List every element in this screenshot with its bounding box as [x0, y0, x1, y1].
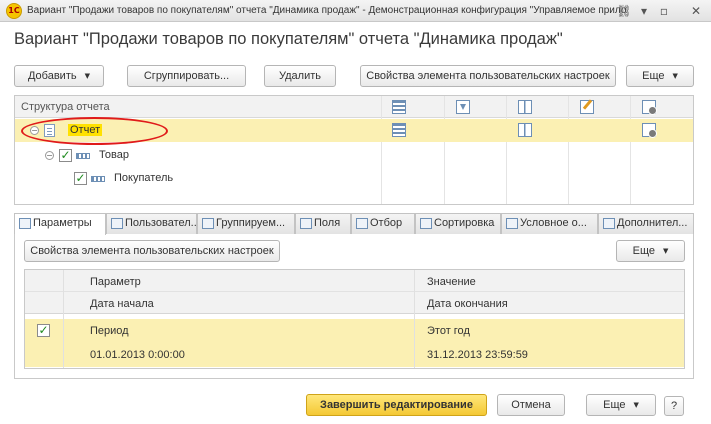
group-button[interactable]: Сгруппировать...: [127, 65, 246, 87]
selected-fields-icon: [392, 123, 406, 137]
column-header-end: Дата окончания: [427, 298, 508, 310]
footer-more-button[interactable]: Еще ▼: [586, 394, 656, 416]
sort-icon: [518, 123, 532, 137]
maximize-icon[interactable]: ▫: [656, 3, 672, 19]
param-end-date[interactable]: 31.12.2013 23:59:59: [427, 349, 528, 361]
tab-label: Сортировка: [434, 217, 495, 229]
other-settings-icon: [642, 123, 657, 138]
tree-header-label: Структура отчета: [21, 101, 110, 113]
dropdown-arrow-icon: ▼: [663, 247, 669, 255]
grouping-icon: [91, 176, 105, 182]
other-settings-icon[interactable]: [642, 100, 657, 115]
tab-conditional-format[interactable]: Условное о...: [501, 213, 598, 234]
collapse-icon[interactable]: −: [45, 151, 54, 160]
checkbox[interactable]: ✓: [59, 149, 72, 162]
finish-editing-button[interactable]: Завершить редактирование: [306, 394, 487, 416]
column-header-start: Дата начала: [90, 298, 154, 310]
grid-header-row: Дата начала Дата окончания: [25, 292, 684, 314]
link-icon[interactable]: ⛓: [616, 3, 632, 19]
menu-icon[interactable]: ▾: [636, 3, 652, 19]
tab-icon: [506, 218, 518, 229]
tab-parameters[interactable]: Параметры: [14, 213, 106, 235]
param-properties-button[interactable]: Свойства элемента пользовательских настр…: [24, 240, 280, 262]
more-button-label: Еще: [632, 245, 655, 257]
param-more-button[interactable]: Еще ▼: [616, 240, 685, 262]
grid-header-row: Параметр Значение: [25, 270, 684, 292]
tab-icon: [356, 218, 368, 229]
tab-sort[interactable]: Сортировка: [415, 213, 501, 234]
dropdown-arrow-icon: ▼: [633, 401, 639, 409]
tab-icon: [420, 218, 432, 229]
window-title-bar: 1С Вариант "Продажи товаров по покупател…: [0, 0, 711, 22]
1c-app-icon: 1С: [6, 3, 22, 19]
param-start-date[interactable]: 01.01.2013 0:00:00: [90, 349, 185, 361]
dropdown-arrow-icon: ▼: [84, 72, 90, 80]
grouping-icon: [76, 153, 90, 159]
tab-icon: [202, 218, 214, 229]
column-header-value: Значение: [427, 276, 476, 288]
cancel-button[interactable]: Отмена: [497, 394, 565, 416]
tab-icon: [111, 218, 123, 229]
filter-icon[interactable]: [456, 100, 470, 114]
tab-user-fields[interactable]: Пользовател...: [106, 213, 197, 234]
window-title: Вариант "Продажи товаров по покупателям"…: [27, 5, 627, 16]
tab-label: Группируем...: [216, 217, 286, 229]
settings-tabs: Параметры Пользовател... Группируем... П…: [14, 213, 694, 235]
tab-icon: [300, 218, 312, 229]
more-button[interactable]: Еще ▼: [626, 65, 694, 87]
tab-additional[interactable]: Дополнител...: [598, 213, 694, 234]
highlight-ellipse: [21, 117, 168, 145]
delete-button[interactable]: Удалить: [264, 65, 336, 87]
tab-grouping[interactable]: Группируем...: [197, 213, 295, 234]
help-button[interactable]: ?: [664, 396, 684, 416]
tree-row-customer[interactable]: ✓ Покупатель: [15, 167, 693, 190]
table-row[interactable]: ✓ Период Этот год: [25, 319, 684, 343]
tree-row-product[interactable]: − ✓ Товар: [15, 144, 693, 167]
add-button-label: Добавить: [27, 70, 77, 82]
add-button[interactable]: Добавить ▼: [14, 65, 104, 87]
tab-label: Отбор: [370, 217, 403, 229]
tree-node-label: Товар: [99, 149, 129, 161]
more-button-label: Еще: [603, 399, 626, 411]
tab-icon: [19, 218, 31, 229]
tab-label: Дополнител...: [617, 217, 688, 229]
selected-fields-icon[interactable]: [392, 100, 406, 114]
user-settings-properties-button[interactable]: Свойства элемента пользовательских настр…: [360, 65, 616, 87]
checkbox[interactable]: ✓: [74, 172, 87, 185]
param-value[interactable]: Этот год: [427, 325, 470, 337]
tab-fields[interactable]: Поля: [295, 213, 351, 234]
tab-filter[interactable]: Отбор: [351, 213, 415, 234]
dropdown-arrow-icon: ▼: [672, 72, 678, 80]
tab-label: Пользовател...: [125, 217, 197, 229]
column-header-param: Параметр: [90, 276, 141, 288]
tab-label: Поля: [314, 217, 341, 229]
tab-label: Условное о...: [520, 217, 587, 229]
param-name: Период: [90, 325, 129, 337]
table-row[interactable]: 01.01.2013 0:00:00 31.12.2013 23:59:59: [25, 343, 684, 367]
sort-icon[interactable]: [518, 100, 532, 114]
checkbox[interactable]: ✓: [37, 324, 50, 337]
conditional-format-icon[interactable]: [580, 100, 594, 114]
tab-icon: [603, 218, 615, 229]
close-icon[interactable]: ✕: [688, 3, 704, 19]
report-structure-tree[interactable]: Структура отчета − Отчет − ✓ Товар ✓ Пок…: [14, 95, 694, 205]
more-button-label: Еще: [642, 70, 665, 82]
tab-label: Параметры: [33, 217, 92, 229]
parameters-grid[interactable]: Параметр Значение Дата начала Дата оконч…: [24, 269, 685, 369]
page-title: Вариант "Продажи товаров по покупателям"…: [14, 30, 563, 48]
tree-node-label: Покупатель: [114, 172, 174, 184]
